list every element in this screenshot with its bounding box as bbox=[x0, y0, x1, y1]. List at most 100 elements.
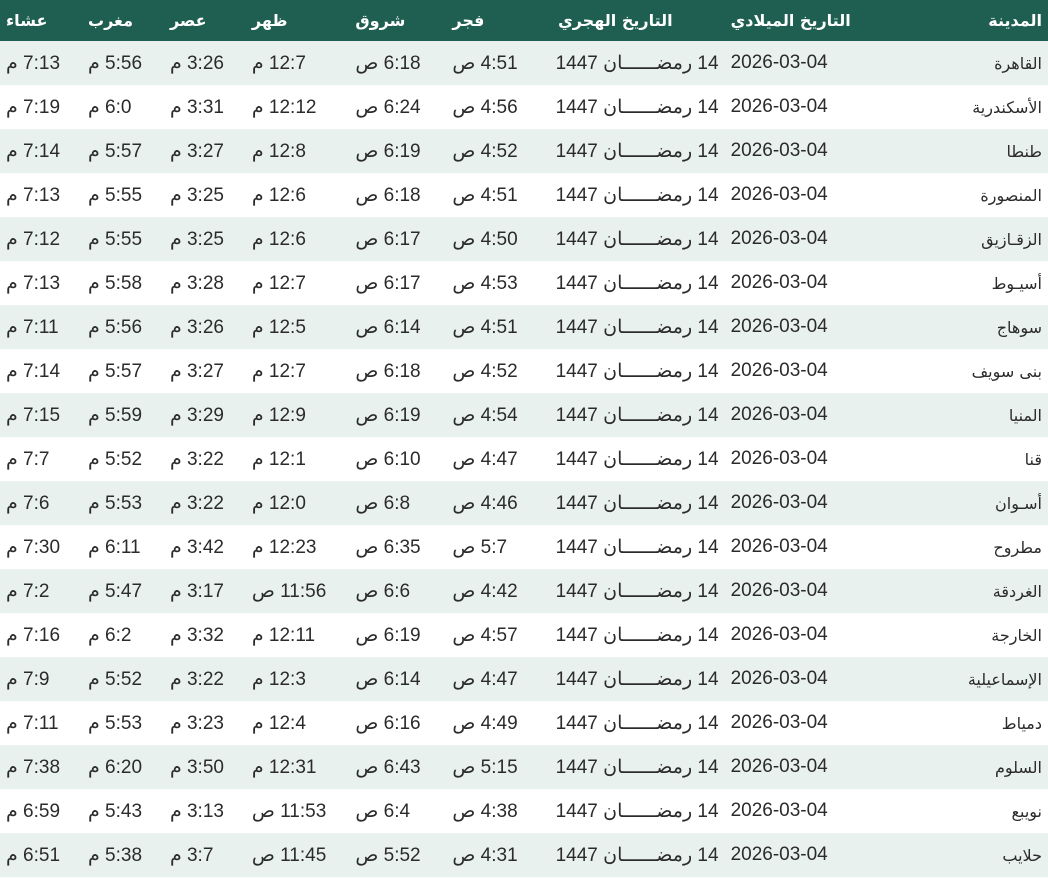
cell-hijri-date: 14 رمضــــــان 1447 bbox=[555, 184, 719, 206]
cell-hijri-date: 14 رمضــــــان 1447 bbox=[555, 228, 719, 250]
cell-dhuhr: 12:1 م bbox=[251, 448, 306, 470]
cell-fajr: 5:15 ص bbox=[452, 756, 518, 778]
cell-fajr: 4:31 ص bbox=[452, 844, 518, 866]
header-city: المدينة bbox=[988, 11, 1042, 30]
cell-city: الخارجة bbox=[991, 625, 1042, 645]
cell-sunrise: 6:19 ص bbox=[355, 140, 421, 162]
cell-gregorian-date: 2026-03-04 bbox=[730, 404, 828, 425]
table-row: نويبع 2026-03-04 14 رمضــــــان 1447 4:38 ص… bbox=[0, 789, 1048, 833]
table-row: المنيا 2026-03-04 14 رمضــــــان 1447 4:54 … bbox=[0, 393, 1048, 437]
cell-gregorian-date: 2026-03-04 bbox=[730, 228, 828, 249]
cell-city: بنى سويف bbox=[971, 361, 1042, 381]
cell-gregorian-date: 2026-03-04 bbox=[730, 756, 828, 777]
cell-maghrib: 5:56 م bbox=[88, 316, 143, 338]
cell-hijri-date: 14 رمضــــــان 1447 bbox=[555, 316, 719, 338]
cell-sunrise: 6:16 ص bbox=[355, 712, 421, 734]
table-row: الغردقة 2026-03-04 14 رمضــــــان 1447 4:42… bbox=[0, 569, 1048, 613]
cell-maghrib: 5:52 م bbox=[88, 448, 143, 470]
cell-asr: 3:26 م bbox=[169, 52, 224, 74]
cell-hijri-date: 14 رمضــــــان 1447 bbox=[555, 668, 719, 690]
cell-hijri-date: 14 رمضــــــان 1447 bbox=[555, 844, 719, 866]
cell-isha: 7:11 م bbox=[6, 316, 59, 338]
cell-isha: 7:7 م bbox=[6, 448, 50, 470]
header-maghrib: مغرب bbox=[88, 11, 133, 30]
cell-fajr: 4:54 ص bbox=[452, 404, 518, 426]
cell-fajr: 4:46 ص bbox=[452, 492, 518, 514]
header-fajr: فجر bbox=[452, 11, 485, 30]
cell-maghrib: 5:56 م bbox=[88, 52, 143, 74]
cell-dhuhr: 12:7 م bbox=[251, 360, 306, 382]
cell-maghrib: 5:57 م bbox=[88, 140, 143, 162]
cell-maghrib: 5:47 م bbox=[88, 580, 143, 602]
cell-gregorian-date: 2026-03-04 bbox=[730, 272, 828, 293]
cell-hijri-date: 14 رمضــــــان 1447 bbox=[555, 360, 719, 382]
cell-gregorian-date: 2026-03-04 bbox=[730, 184, 828, 205]
table-row: الأسكندرية 2026-03-04 14 رمضــــــان 1447 4… bbox=[0, 85, 1048, 129]
cell-fajr: 4:52 ص bbox=[452, 360, 518, 382]
cell-fajr: 4:47 ص bbox=[452, 448, 518, 470]
cell-hijri-date: 14 رمضــــــان 1447 bbox=[555, 492, 719, 514]
cell-dhuhr: 11:56 ص bbox=[251, 580, 327, 602]
cell-city: المنيا bbox=[1008, 405, 1042, 425]
header-gregorian-date: التاريخ الميلادي bbox=[730, 11, 851, 30]
table-row: بنى سويف 2026-03-04 14 رمضــــــان 1447 4:5… bbox=[0, 349, 1048, 393]
cell-city: القاهرة bbox=[994, 53, 1042, 73]
prayer-times-table: المدينة التاريخ الميلادي التاريخ الهجري فجر… bbox=[0, 0, 1048, 877]
cell-city: قنا bbox=[1024, 449, 1042, 469]
cell-gregorian-date: 2026-03-04 bbox=[730, 624, 828, 645]
cell-maghrib: 6:0 م bbox=[88, 96, 132, 118]
cell-maghrib: 6:2 م bbox=[88, 624, 132, 646]
header-sunrise: شروق bbox=[355, 11, 406, 30]
cell-city: الإسماعيلية bbox=[967, 669, 1042, 689]
cell-hijri-date: 14 رمضــــــان 1447 bbox=[555, 448, 719, 470]
cell-sunrise: 6:35 ص bbox=[355, 536, 421, 558]
cell-dhuhr: 12:6 م bbox=[251, 228, 306, 250]
table-row: أسـوان 2026-03-04 14 رمضــــــان 1447 4:46 … bbox=[0, 481, 1048, 525]
cell-gregorian-date: 2026-03-04 bbox=[730, 316, 828, 337]
cell-maghrib: 5:55 م bbox=[88, 184, 143, 206]
cell-city: أسـوان bbox=[995, 493, 1042, 513]
cell-sunrise: 6:17 ص bbox=[355, 228, 421, 250]
cell-isha: 7:14 م bbox=[6, 360, 61, 382]
cell-dhuhr: 12:12 م bbox=[251, 96, 317, 118]
cell-isha: 7:13 م bbox=[6, 184, 61, 206]
cell-isha: 7:12 م bbox=[6, 228, 61, 250]
cell-isha: 7:38 م bbox=[6, 756, 61, 778]
cell-gregorian-date: 2026-03-04 bbox=[730, 96, 828, 117]
cell-sunrise: 6:18 ص bbox=[355, 360, 421, 382]
table-row: المنصورة 2026-03-04 14 رمضــــــان 1447 4:5… bbox=[0, 173, 1048, 217]
table-header: المدينة التاريخ الميلادي التاريخ الهجري فجر… bbox=[0, 0, 1048, 41]
cell-asr: 3:22 م bbox=[169, 492, 224, 514]
cell-city: السلوم bbox=[994, 757, 1042, 777]
cell-asr: 3:27 م bbox=[169, 360, 224, 382]
cell-sunrise: 6:17 ص bbox=[355, 272, 421, 294]
header-dhuhr: ظهر bbox=[251, 11, 288, 30]
cell-maghrib: 5:53 م bbox=[88, 712, 143, 734]
header-asr: عصر bbox=[169, 11, 207, 30]
cell-city: سوهاج bbox=[996, 317, 1042, 337]
cell-isha: 7:15 م bbox=[6, 404, 61, 426]
cell-gregorian-date: 2026-03-04 bbox=[730, 668, 828, 689]
cell-fajr: 4:51 ص bbox=[452, 52, 518, 74]
cell-city: حلايب bbox=[1002, 845, 1042, 865]
cell-gregorian-date: 2026-03-04 bbox=[730, 492, 828, 513]
cell-gregorian-date: 2026-03-04 bbox=[730, 536, 828, 557]
cell-fajr: 4:42 ص bbox=[452, 580, 518, 602]
cell-isha: 7:2 م bbox=[6, 580, 50, 602]
cell-hijri-date: 14 رمضــــــان 1447 bbox=[555, 712, 719, 734]
cell-fajr: 4:52 ص bbox=[452, 140, 518, 162]
cell-sunrise: 6:24 ص bbox=[355, 96, 421, 118]
cell-sunrise: 6:14 ص bbox=[355, 668, 421, 690]
cell-sunrise: 6:43 ص bbox=[355, 756, 421, 778]
cell-fajr: 4:50 ص bbox=[452, 228, 518, 250]
table-row: الخارجة 2026-03-04 14 رمضــــــان 1447 4:57… bbox=[0, 613, 1048, 657]
cell-hijri-date: 14 رمضــــــان 1447 bbox=[555, 756, 719, 778]
cell-hijri-date: 14 رمضــــــان 1447 bbox=[555, 624, 719, 646]
table-row: الزقـازيق 2026-03-04 14 رمضــــــان 1447 4:… bbox=[0, 217, 1048, 261]
cell-asr: 3:32 م bbox=[169, 624, 224, 646]
cell-dhuhr: 12:7 م bbox=[251, 52, 306, 74]
cell-gregorian-date: 2026-03-04 bbox=[730, 580, 828, 601]
cell-asr: 3:29 م bbox=[169, 404, 224, 426]
cell-hijri-date: 14 رمضــــــان 1447 bbox=[555, 272, 719, 294]
cell-asr: 3:50 م bbox=[169, 756, 224, 778]
